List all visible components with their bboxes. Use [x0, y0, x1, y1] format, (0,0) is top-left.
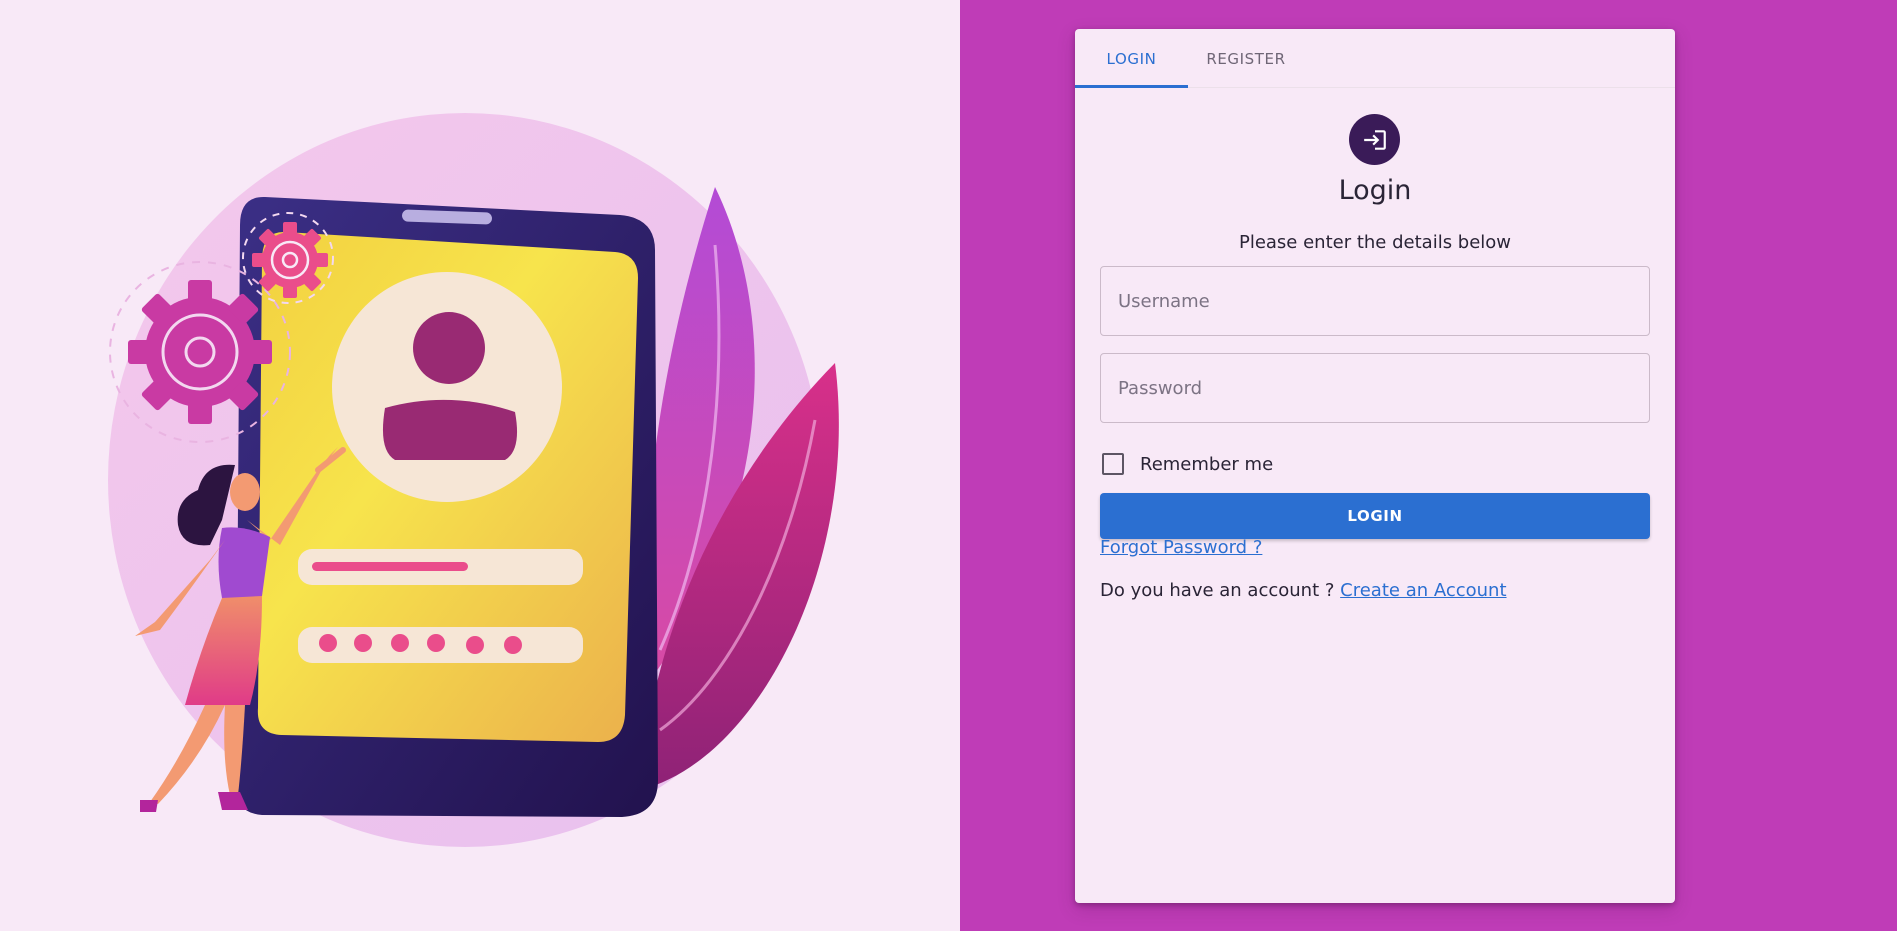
- login-icon-avatar: [1349, 114, 1400, 165]
- tab-register[interactable]: REGISTER: [1188, 29, 1304, 88]
- phone-login-illustration: [108, 113, 839, 847]
- account-prompt: Do you have an account ? Create an Accou…: [1100, 580, 1507, 601]
- remember-me-row[interactable]: Remember me: [1102, 453, 1273, 475]
- tab-bar: LOGIN REGISTER: [1075, 29, 1675, 88]
- page-title: Login: [1338, 175, 1412, 206]
- account-prompt-text: Do you have an account ?: [1100, 580, 1341, 601]
- login-icon: [1363, 129, 1386, 150]
- forgot-password-link[interactable]: Forgot Password ?: [1100, 537, 1262, 558]
- form-subtitle: Please enter the details below: [1238, 232, 1512, 253]
- password-field[interactable]: [1100, 353, 1650, 423]
- username-field[interactable]: [1100, 266, 1650, 336]
- login-button[interactable]: LOGIN: [1100, 493, 1650, 539]
- illustration-panel: [0, 0, 960, 931]
- remember-me-checkbox[interactable]: [1102, 453, 1124, 475]
- auth-card: LOGIN REGISTER Login Please enter the de…: [1075, 29, 1675, 903]
- tab-login[interactable]: LOGIN: [1075, 29, 1188, 88]
- remember-me-label: Remember me: [1140, 453, 1274, 475]
- active-tab-indicator: [1075, 85, 1188, 88]
- create-account-link[interactable]: Create an Account: [1340, 580, 1506, 601]
